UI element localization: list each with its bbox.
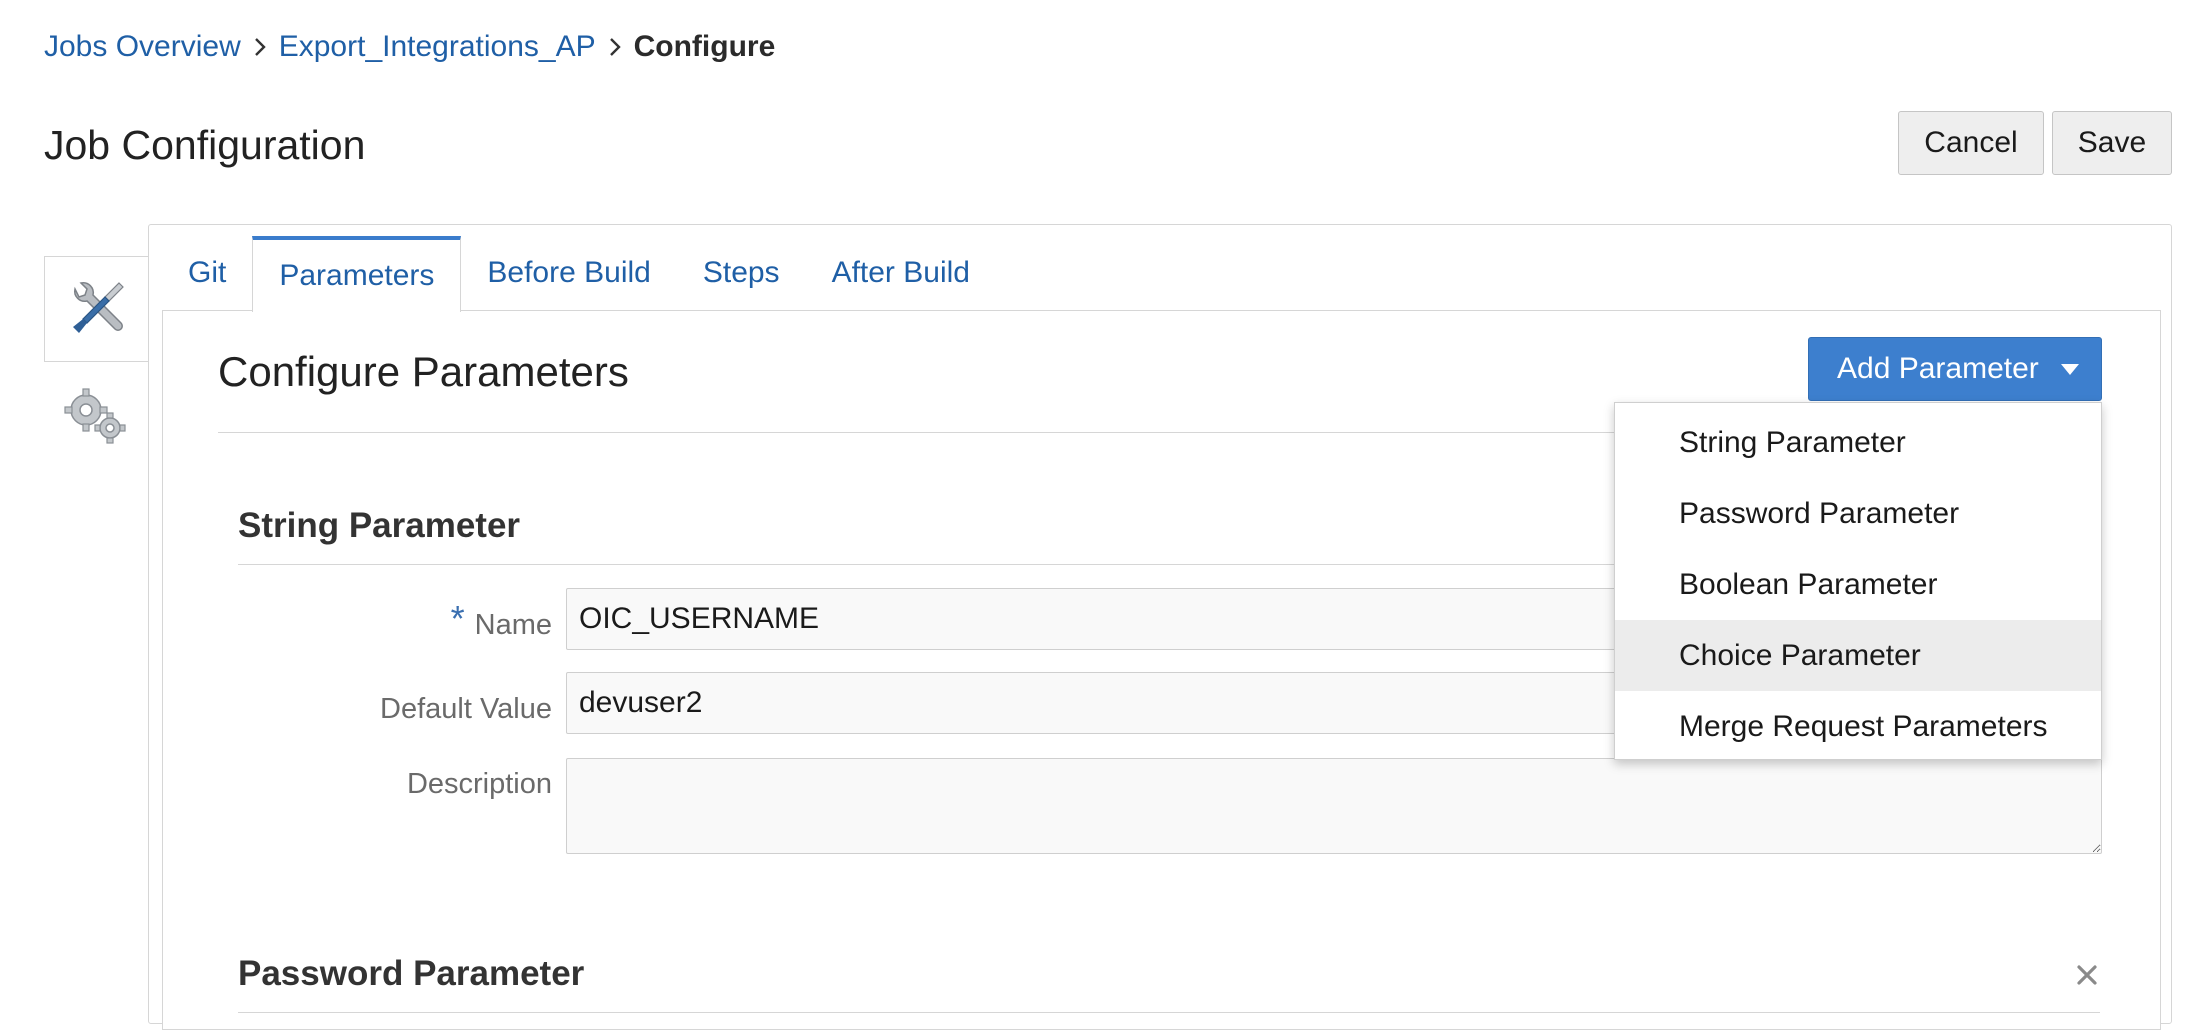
cancel-button[interactable]: Cancel (1898, 111, 2044, 175)
string-parameter-title: String Parameter (238, 506, 521, 545)
divider (238, 1012, 2100, 1013)
menu-item-choice-parameter[interactable]: Choice Parameter (1615, 620, 2101, 691)
chevron-right-icon (596, 32, 634, 62)
menu-item-password-parameter[interactable]: Password Parameter (1615, 478, 2101, 549)
name-label-row: * Name (252, 594, 552, 656)
add-parameter-label: Add Parameter (1837, 352, 2039, 385)
tab-parameters[interactable]: Parameters (252, 236, 462, 312)
chevron-right-icon (241, 32, 279, 62)
breadcrumb-current: Configure (633, 30, 776, 63)
menu-item-string-parameter[interactable]: String Parameter (1615, 407, 2101, 478)
menu-item-boolean-parameter[interactable]: Boolean Parameter (1615, 549, 2101, 620)
tab-steps[interactable]: Steps (677, 236, 806, 310)
required-icon: * (450, 598, 465, 639)
name-label: Name (474, 608, 552, 641)
tab-before-build[interactable]: Before Build (461, 236, 676, 310)
caret-down-icon (2060, 363, 2079, 375)
page-title: Job Configuration (44, 122, 366, 168)
add-parameter-menu: String Parameter Password Parameter Bool… (1614, 402, 2102, 760)
section-title: Configure Parameters (218, 348, 629, 395)
gears-icon (62, 386, 128, 451)
default-value-label: Default Value (380, 692, 552, 725)
tools-icon (65, 275, 129, 344)
description-label: Description (406, 767, 552, 800)
breadcrumb: Jobs Overview Export_Integrations_AP Con… (44, 22, 775, 72)
tab-after-build[interactable]: After Build (806, 236, 996, 310)
tab-git[interactable]: Git (162, 236, 252, 310)
breadcrumb-job[interactable]: Export_Integrations_AP (279, 30, 596, 64)
menu-item-merge-request-parameters[interactable]: Merge Request Parameters (1615, 691, 2101, 762)
description-textarea[interactable] (566, 758, 2102, 854)
close-icon[interactable] (2068, 956, 2106, 994)
breadcrumb-jobs-overview[interactable]: Jobs Overview (44, 30, 241, 64)
rail-item-settings[interactable] (52, 382, 138, 454)
password-parameter-title: Password Parameter (238, 954, 585, 993)
add-parameter-button[interactable]: Add Parameter (1808, 337, 2102, 401)
config-tabs: Git Parameters Before Build Steps After … (162, 236, 996, 312)
rail-item-configure[interactable] (44, 256, 148, 362)
save-button[interactable]: Save (2052, 111, 2172, 175)
